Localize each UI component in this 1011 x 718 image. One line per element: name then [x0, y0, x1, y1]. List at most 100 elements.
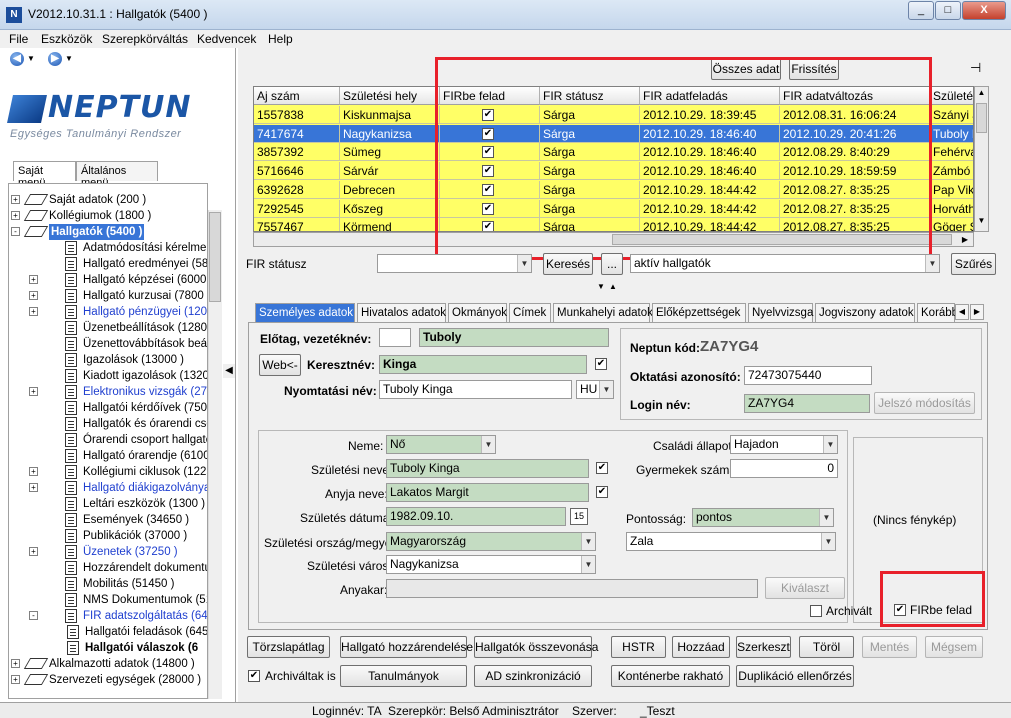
- tree-item[interactable]: + Saját adatok (200 ): [9, 192, 207, 208]
- expand-icon[interactable]: +: [29, 387, 38, 396]
- kivalaszt-button[interactable]: Kiválaszt: [765, 577, 845, 599]
- tree-item[interactable]: Üzenetbeállítások (12800 ): [9, 320, 207, 336]
- torol-button[interactable]: Töröl: [799, 636, 854, 658]
- collapse-icon[interactable]: -: [29, 611, 38, 620]
- tree-item[interactable]: + Kollégiumok (1800 ): [9, 208, 207, 224]
- tree-item[interactable]: Igazolások (13000 ): [9, 352, 207, 368]
- tree-item[interactable]: Hallgatók és órarendi csoport: [9, 416, 207, 432]
- tab-kor-bbi[interactable]: Korábbi: [917, 303, 961, 322]
- oktatasi-input[interactable]: 72473075440: [744, 366, 872, 385]
- tree-item[interactable]: + Szervezeti egységek (28000 ): [9, 672, 207, 688]
- tree-item[interactable]: + Hallgató kurzusai (7800 ): [9, 288, 207, 304]
- archivalt-checkbox[interactable]: [810, 605, 822, 617]
- chevron-down-icon[interactable]: ▼: [823, 436, 837, 453]
- tree-item[interactable]: Kiadott igazolások (13200 ): [9, 368, 207, 384]
- chevron-down-icon[interactable]: ▼: [925, 255, 939, 272]
- maximize-button[interactable]: □: [935, 1, 961, 20]
- tab-munkahelyi-adatok[interactable]: Munkahelyi adatok: [553, 303, 653, 322]
- menu-eszkozok[interactable]: Eszközök: [41, 32, 92, 46]
- archivaltak-is-checkbox[interactable]: ✔: [248, 670, 260, 682]
- megsem-button[interactable]: Mégsem: [925, 636, 983, 658]
- nyomtatasi-input[interactable]: Tuboly Kinga: [379, 380, 572, 399]
- tree-item[interactable]: + Elektronikus vizsgák (273700: [9, 384, 207, 400]
- tab-okm-nyok[interactable]: Okmányok: [448, 303, 507, 322]
- szerkeszt-button[interactable]: Szerkeszt: [736, 636, 791, 658]
- tree-item[interactable]: Hallgatói válaszok (6: [9, 640, 207, 656]
- expand-icon[interactable]: +: [29, 275, 38, 284]
- chevron-down-icon[interactable]: ▼: [581, 556, 595, 573]
- splitter-up-icon[interactable]: ▲: [609, 282, 617, 291]
- hstr-button[interactable]: HSTR: [611, 636, 666, 658]
- hozzaad-button[interactable]: Hozzáad: [672, 636, 730, 658]
- tab-jogviszony-adatok[interactable]: Jogviszony adatok: [815, 303, 915, 322]
- vezeteknev-input[interactable]: Tuboly: [419, 328, 609, 347]
- ad-szinkronizacio-button[interactable]: AD szinkronizáció: [474, 665, 592, 687]
- tab-nyelvvizsga[interactable]: Nyelvvizsga: [748, 303, 813, 322]
- expand-icon[interactable]: +: [11, 195, 20, 204]
- tree-item[interactable]: Hallgató eredményei (5800 ): [9, 256, 207, 272]
- kontenerbe-rakhato-button[interactable]: Konténerbe rakható: [611, 665, 730, 687]
- tab-el-k-pzetts-gek[interactable]: Előképzettségek: [652, 303, 746, 322]
- tanulmanyok-button[interactable]: Tanulmányok: [340, 665, 467, 687]
- orszag-dropdown[interactable]: Magyarország ▼: [386, 532, 596, 551]
- fir-status-dropdown[interactable]: ▼: [377, 254, 532, 273]
- tab-scroll-right-icon[interactable]: ▶: [970, 304, 984, 320]
- anyja-input[interactable]: Lakatos Margit: [386, 483, 589, 502]
- tree-item[interactable]: Hallgatói kérdőívek (750 ): [9, 400, 207, 416]
- ellipsis-button[interactable]: ...: [601, 253, 623, 275]
- tree-item[interactable]: Leltári eszközök (1300 ): [9, 496, 207, 512]
- tree-item[interactable]: Üzenettovábbítások beállítás: [9, 336, 207, 352]
- tree-item[interactable]: + Üzenetek (37250 ): [9, 544, 207, 560]
- kereses-button[interactable]: Keresés: [543, 253, 593, 275]
- grid-scroll-thumb[interactable]: [976, 103, 987, 133]
- keresztnev-input[interactable]: Kinga: [379, 355, 587, 374]
- chevron-down-icon[interactable]: ▼: [481, 436, 495, 453]
- tree-item[interactable]: + Hallgató diákigazolványai (11: [9, 480, 207, 496]
- tree-item[interactable]: Hallgatói feladások (6450: [9, 624, 207, 640]
- tab-szem-lyes-adatok[interactable]: Személyes adatok: [255, 303, 355, 323]
- tree-item[interactable]: + Hallgató képzései (6000 ): [9, 272, 207, 288]
- jelszo-modositas-button[interactable]: Jelszó módosítás: [874, 392, 975, 414]
- web-button[interactable]: Web<-: [259, 354, 301, 376]
- tab-altalanos-menu[interactable]: Általános menü: [76, 161, 158, 189]
- column-header[interactable]: Aj szám: [254, 87, 340, 105]
- menu-szerepkorvaltas[interactable]: Szerepkörváltás: [102, 32, 188, 46]
- expand-icon[interactable]: +: [29, 483, 38, 492]
- tree-item[interactable]: Hallgató órarendje (6100 ): [9, 448, 207, 464]
- tab-sajat-menu[interactable]: Saját menü: [13, 161, 76, 189]
- szulnev-input[interactable]: Tuboly Kinga: [386, 459, 589, 478]
- collapse-left-pane-icon[interactable]: ◀: [223, 364, 235, 378]
- pontossag-dropdown[interactable]: pontos ▼: [692, 508, 834, 527]
- neme-dropdown[interactable]: Nő ▼: [386, 435, 496, 454]
- varos-dropdown[interactable]: Nagykanizsa ▼: [386, 555, 596, 574]
- tree-item[interactable]: Hozzárendelt dokumentumok: [9, 560, 207, 576]
- duplikacio-ellenorzes-button[interactable]: Duplikáció ellenőrzés: [736, 665, 854, 687]
- szuldat-input[interactable]: 1982.09.10.: [386, 507, 566, 526]
- expand-icon[interactable]: +: [29, 291, 38, 300]
- tab-c-mek[interactable]: Címek: [509, 303, 551, 322]
- tree-scroll-thumb[interactable]: [209, 212, 221, 302]
- forward-icon[interactable]: ▶: [48, 52, 62, 66]
- tree-item[interactable]: Események (34650 ): [9, 512, 207, 528]
- menu-file[interactable]: File: [9, 32, 28, 46]
- collapse-icon[interactable]: -: [11, 227, 20, 236]
- chevron-down-icon[interactable]: ▼: [599, 381, 613, 398]
- scroll-down-icon[interactable]: ▼: [976, 216, 987, 228]
- calendar-icon[interactable]: 15: [570, 508, 588, 525]
- scroll-up-icon[interactable]: ▲: [976, 88, 987, 100]
- gyermek-input[interactable]: 0: [730, 459, 838, 478]
- grid-vertical-scrollbar[interactable]: ▲ ▼: [974, 86, 989, 232]
- expand-icon[interactable]: +: [11, 675, 20, 684]
- tree-item[interactable]: NMS Dokumentumok (51900: [9, 592, 207, 608]
- chevron-down-icon[interactable]: ▼: [821, 533, 835, 550]
- back-icon[interactable]: ◀: [10, 52, 24, 66]
- nyelv-dropdown[interactable]: HU ▼: [576, 380, 614, 399]
- back-dropdown-icon[interactable]: ▼: [27, 54, 35, 63]
- megye-dropdown[interactable]: Zala ▼: [626, 532, 836, 551]
- mentes-button[interactable]: Mentés: [862, 636, 917, 658]
- splitter-down-icon[interactable]: ▼: [597, 282, 605, 291]
- forward-dropdown-icon[interactable]: ▼: [65, 54, 73, 63]
- csaladi-dropdown[interactable]: Hajadon ▼: [730, 435, 838, 454]
- anyakar-input[interactable]: [386, 579, 758, 598]
- tree-item[interactable]: Adatmódosítási kérelmek (560: [9, 240, 207, 256]
